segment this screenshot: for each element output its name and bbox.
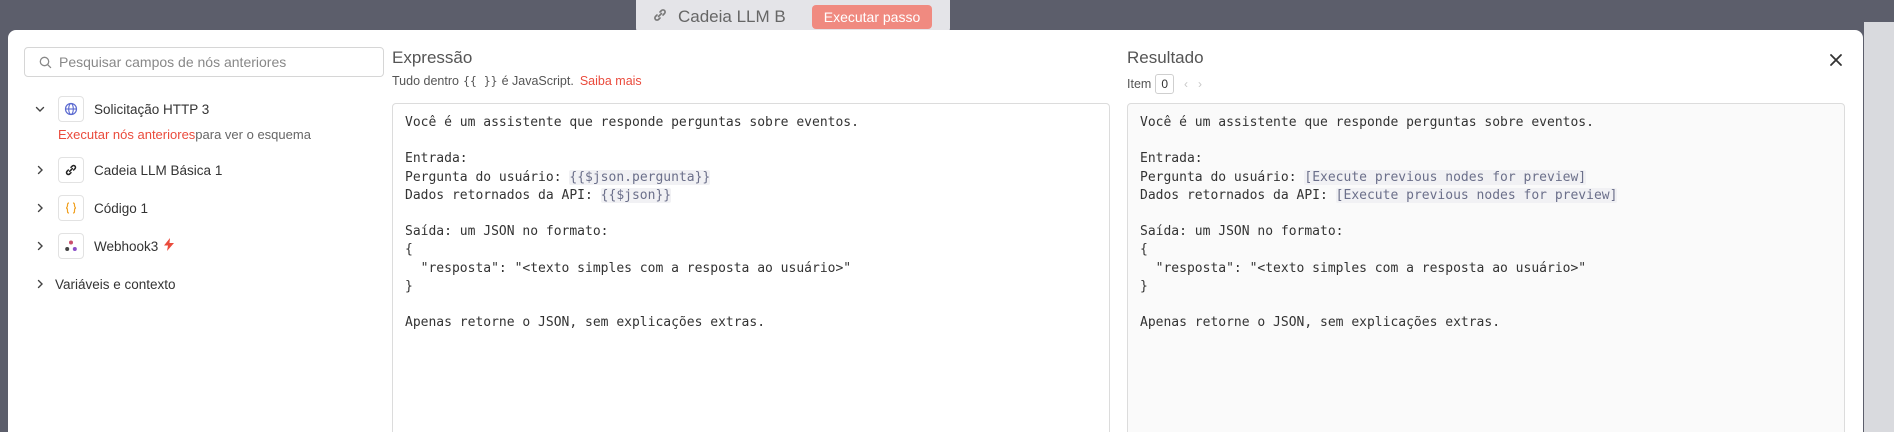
braces-icon	[58, 195, 84, 221]
close-icon[interactable]	[1829, 53, 1843, 67]
expression-token: {{$json}}	[600, 187, 672, 203]
result-line: Entrada:	[1140, 151, 1203, 167]
background-node-card: Cadeia LLM B Executar passo	[636, 0, 950, 34]
editor-line: }	[405, 278, 413, 294]
chevron-right-icon[interactable]	[29, 202, 51, 214]
search-box	[24, 47, 384, 77]
expression-title: Expressão	[392, 48, 473, 67]
close-button[interactable]	[1827, 51, 1845, 69]
chevron-down-icon[interactable]	[29, 103, 51, 115]
link-icon	[652, 7, 668, 28]
chevron-right-icon[interactable]: ›	[1198, 77, 1202, 91]
webhook-icon	[58, 233, 84, 259]
result-preview: Você é um assistente que responde pergun…	[1127, 103, 1845, 432]
background-node-title: Cadeia LLM B	[678, 7, 786, 26]
result-line: Você é um assistente que responde pergun…	[1140, 115, 1594, 130]
result-line: Dados retornados da API:	[1140, 187, 1336, 203]
editor-line: Dados retornados da API:	[405, 187, 601, 203]
learn-more-link[interactable]: Saiba mais	[580, 74, 642, 88]
result-line: Saída: um JSON no formato:	[1140, 224, 1344, 240]
background-panel	[1864, 22, 1894, 432]
result-line: }	[1140, 278, 1148, 294]
editor-line: {	[405, 242, 413, 258]
background-run-button: Executar passo	[811, 5, 933, 29]
tree-node-variables[interactable]: Variáveis e contexto	[24, 270, 384, 298]
item-selector: Item 0 ‹ ›	[1127, 74, 1204, 94]
expression-token: {{$json.pergunta}}	[569, 169, 711, 185]
preview-placeholder: [Execute previous nodes for preview]	[1304, 169, 1587, 185]
editor-line: Entrada:	[405, 151, 468, 167]
editor-line: Apenas retorne o JSON, sem explicações e…	[405, 315, 766, 331]
result-line: Apenas retorne o JSON, sem explicações e…	[1140, 315, 1501, 331]
preview-placeholder: [Execute previous nodes for preview]	[1335, 187, 1618, 203]
result-line: Pergunta do usuário:	[1140, 169, 1305, 185]
editor-line: Saída: um JSON no formato:	[405, 224, 609, 240]
tree-node-label: Código 1	[94, 200, 149, 216]
subtitle-prefix: Tudo dentro	[392, 74, 459, 88]
lightning-icon	[164, 238, 175, 254]
chevron-left-icon[interactable]: ‹	[1184, 77, 1188, 91]
execute-previous-link[interactable]: Executar nós anteriores	[58, 127, 195, 142]
globe-icon	[58, 96, 84, 122]
search-input[interactable]	[59, 54, 383, 70]
result-title: Resultado	[1127, 48, 1204, 67]
tree-node-webhook[interactable]: Webhook3	[24, 232, 384, 260]
input-schema-panel: Solicitação HTTP 3 Executar nós anterior…	[24, 47, 384, 298]
tree-node-label: Webhook3	[94, 238, 159, 254]
subtitle-suffix: é JavaScript.	[501, 74, 574, 88]
chevron-right-icon[interactable]	[29, 278, 51, 290]
link-icon	[58, 157, 84, 183]
subtitle-code: {{ }}	[462, 74, 498, 88]
result-header: Resultado Item 0 ‹ ›	[1127, 48, 1204, 94]
execute-hint: Executar nós anteriorespara ver o esquem…	[24, 127, 384, 142]
node-tree: Solicitação HTTP 3 Executar nós anterior…	[24, 95, 384, 298]
variables-label: Variáveis e contexto	[55, 276, 176, 292]
result-line: {	[1140, 242, 1148, 258]
item-label: Item	[1127, 77, 1152, 91]
hint-text: para ver o esquema	[195, 127, 311, 142]
editor-line: Pergunta do usuário:	[405, 169, 570, 185]
expression-editor-modal: Solicitação HTTP 3 Executar nós anterior…	[8, 30, 1863, 432]
expression-editor[interactable]: Você é um assistente que responde pergun…	[392, 103, 1110, 432]
tree-node-http[interactable]: Solicitação HTTP 3	[24, 95, 384, 123]
item-index-input[interactable]: 0	[1155, 74, 1174, 94]
expression-header: Expressão Tudo dentro {{ }} é JavaScript…	[392, 48, 642, 88]
editor-line: "resposta": "<texto simples com a respos…	[405, 260, 852, 276]
tree-node-code[interactable]: Código 1	[24, 194, 384, 222]
chevron-right-icon[interactable]	[29, 164, 51, 176]
result-line: "resposta": "<texto simples com a respos…	[1140, 260, 1587, 276]
expression-subtitle: Tudo dentro {{ }} é JavaScript. Saiba ma…	[392, 74, 642, 88]
tree-node-label: Cadeia LLM Básica 1	[94, 162, 223, 178]
chevron-right-icon[interactable]	[29, 240, 51, 252]
search-icon	[39, 56, 52, 69]
editor-line: Você é um assistente que responde pergun…	[405, 115, 859, 130]
tree-node-llm-chain[interactable]: Cadeia LLM Básica 1	[24, 156, 384, 184]
tree-node-label: Solicitação HTTP 3	[94, 101, 210, 117]
